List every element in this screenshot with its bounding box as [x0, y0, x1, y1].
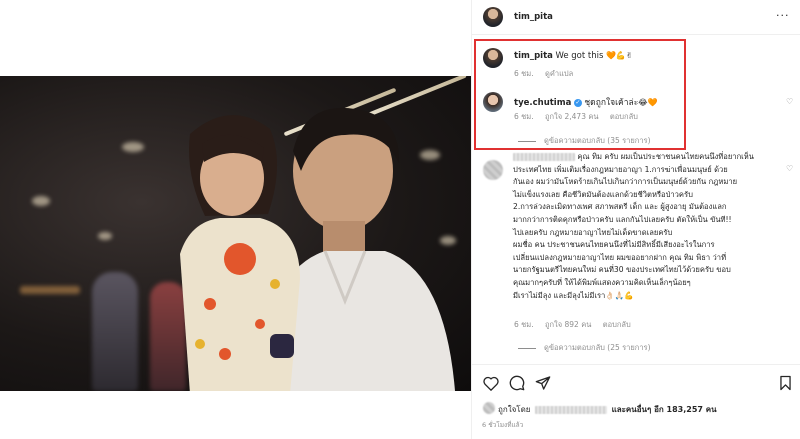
comment-text: คุณมากๆครับที่ ให้ได้พิมพ์แสดงความคิดเห็… — [513, 277, 691, 287]
comment-text: ประเทศไทย เพิ่มเติมเรื่องกฎหมายอาญา 1.กา… — [513, 164, 728, 174]
heart-icon[interactable] — [482, 374, 500, 392]
more-options-icon[interactable]: ··· — [776, 9, 790, 22]
comment-text: ไม่แข็งแรงเลย คือชีวิตมันต้องแลกด้วยชีวิ… — [513, 189, 693, 199]
bokeh-light — [20, 286, 80, 294]
author-username[interactable]: tim_pita — [514, 12, 553, 22]
comment-text: มีเราไม่มีลุง และมีลุงไม่มีเรา👌🏻🙏🏻💪 — [513, 290, 634, 300]
comment-text: มากกว่าการติดคุกหรือป่าวครับ แลกกันไปเลย… — [513, 214, 732, 224]
comment-text: กันเอง ผมว่ามันโหดร้ายเกินไปเกินกว่าการเ… — [513, 177, 738, 187]
photo-pane — [0, 0, 471, 439]
comment-text: ผมชื่อ คน ประชาชนคนไทยคนนึงที่ไม่มีสิทธิ… — [513, 240, 715, 250]
likes-prefix: ถูกใจโดย — [498, 405, 531, 414]
heart-icon[interactable]: ♡ — [786, 164, 793, 173]
author-avatar[interactable] — [483, 7, 503, 27]
bokeh-light — [32, 196, 50, 206]
view-replies-label: ดูข้อความตอบกลับ (25 รายการ) — [544, 343, 651, 352]
comment-time[interactable]: 6 ชม. — [514, 320, 534, 329]
posted-time[interactable]: 6 ชั่วโมงที่แล้ว — [482, 420, 523, 430]
send-icon[interactable] — [534, 374, 552, 392]
post-photo[interactable] — [0, 76, 471, 391]
background-person — [92, 272, 138, 391]
long-comment: คุณ ทิม ครับ ผมเป็นประชาชนคนไทยคนนึงที่อ… — [513, 151, 781, 302]
commenter-avatar[interactable] — [483, 160, 503, 180]
comment-text: เปลี่ยนแปลงกฎหมายอาญาไทย ผมขออยากฝาก คุณ… — [513, 252, 727, 262]
bookmark-icon[interactable] — [776, 374, 794, 392]
bokeh-light — [122, 142, 144, 152]
bokeh-light — [98, 232, 112, 240]
comment-text: คุณ ทิม ครับ ผมเป็นประชาชนคนไทยคนนึงที่อ… — [577, 152, 754, 161]
replies-line — [518, 347, 536, 349]
header-divider — [471, 34, 800, 35]
likes-summary[interactable]: ถูกใจโดย และคนอื่นๆ อีก 183,257 คน — [498, 403, 717, 416]
action-bar — [482, 374, 792, 392]
likes-suffix: และคนอื่นๆ อีก 183,257 คน — [611, 405, 717, 414]
liker-avatar[interactable] — [483, 402, 495, 414]
comment-text: ไปเลยครับ กฎหมายอาญาไทยไม่เด็ดขาดเลยครับ — [513, 227, 673, 237]
comment-likes[interactable]: ถูกใจ 892 คน — [545, 320, 591, 329]
comment-text: 2.การล่วงละเมิดทางเพศ สภาพสตรี เด็ก และ … — [513, 202, 727, 212]
girl-figure — [180, 115, 300, 391]
comment-icon[interactable] — [508, 374, 526, 392]
view-replies-button[interactable]: ดูข้อความตอบกลับ (25 รายการ) — [518, 342, 651, 354]
comment-text: นายกรัฐมนตรีไทยคนใหม่ คนที่30 ของประเทศไ… — [513, 265, 731, 275]
comment-reply-button[interactable]: ตอบกลับ — [603, 320, 631, 329]
highlight-box — [474, 39, 686, 150]
actions-divider — [471, 364, 800, 365]
comment-meta: 6 ชม. ถูกใจ 892 คน ตอบกลับ — [514, 319, 640, 331]
redacted-username — [513, 153, 575, 161]
comment-line: คุณ ทิม ครับ ผมเป็นประชาชนคนไทยคนนึงที่อ… — [513, 151, 781, 164]
redacted-liker — [535, 405, 608, 414]
heart-icon[interactable]: ♡ — [786, 97, 793, 106]
